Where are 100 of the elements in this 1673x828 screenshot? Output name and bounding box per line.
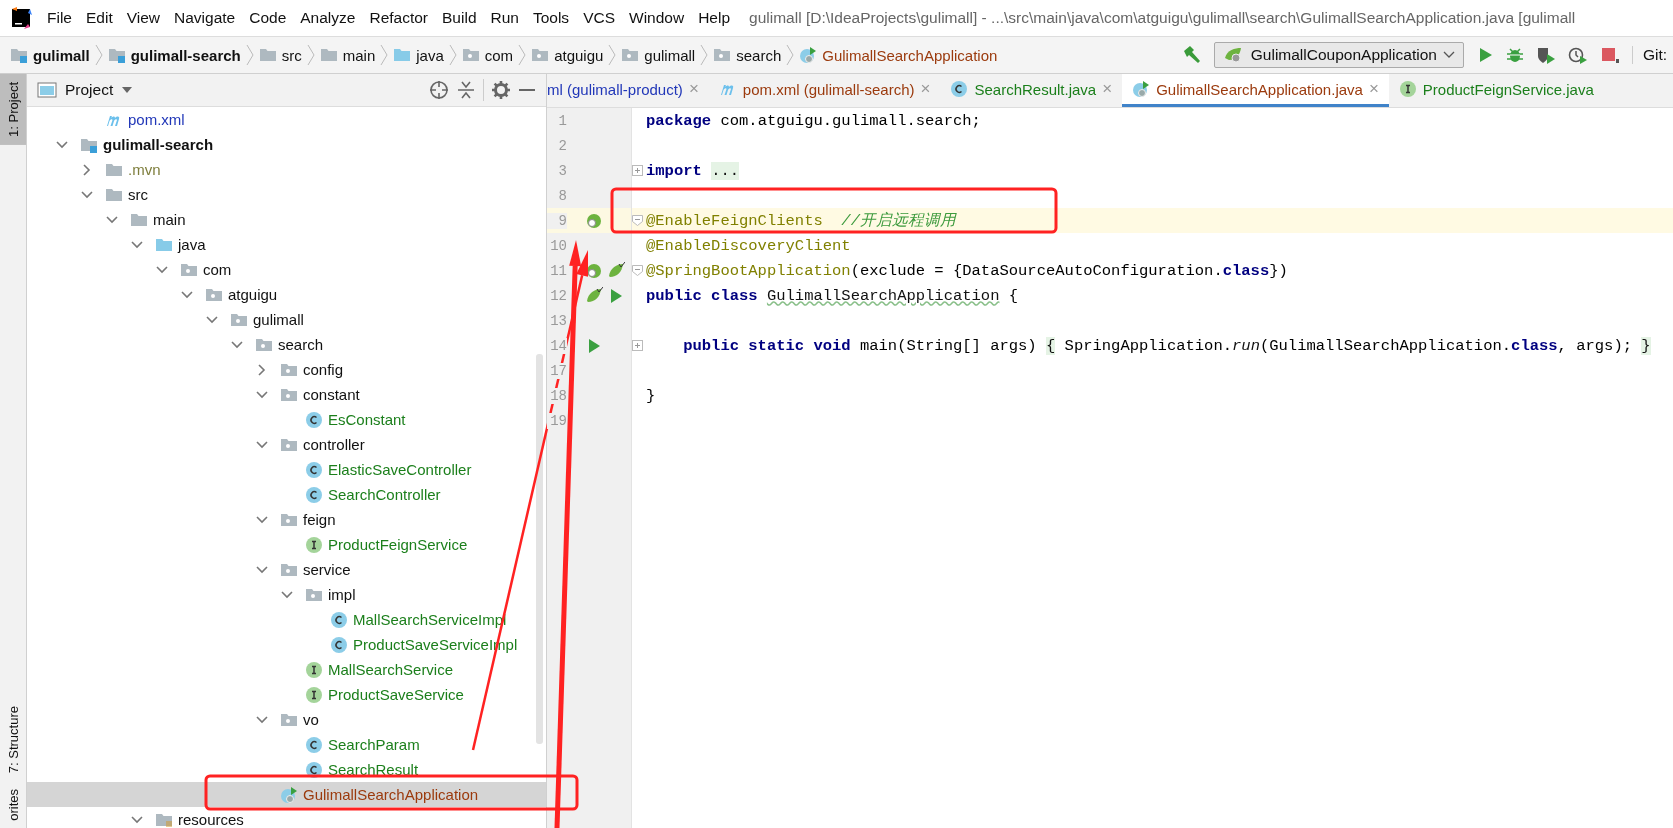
- menu-item[interactable]: Code: [242, 9, 294, 27]
- chevron-icon: [608, 44, 617, 66]
- tool-window-tab[interactable]: 7: Structure: [0, 698, 26, 782]
- spring-icon[interactable]: [607, 261, 625, 280]
- package-folder-icon: [461, 46, 480, 64]
- chevron-icon: [306, 44, 315, 66]
- bug-icon[interactable]: [1505, 46, 1524, 64]
- collapse-all-icon[interactable]: [457, 80, 475, 100]
- breadcrumb-item[interactable]: main: [319, 46, 376, 64]
- tree-item[interactable]: ProductFeignService: [27, 532, 546, 557]
- tree-item[interactable]: java: [27, 232, 546, 257]
- tree-item[interactable]: ProductSaveService: [27, 682, 546, 707]
- fold-marker-icon[interactable]: [632, 265, 643, 276]
- chevron-icon: [448, 44, 457, 66]
- menu-item[interactable]: Window: [622, 9, 692, 27]
- tree-item[interactable]: SearchResult: [27, 757, 546, 782]
- editor-tab[interactable]: ProductFeignService.java: [1388, 74, 1604, 107]
- code-line: }: [646, 386, 656, 405]
- class-icon: [305, 460, 323, 479]
- locate-icon[interactable]: [429, 80, 449, 100]
- editor-tab[interactable]: SearchResult.java ×: [940, 74, 1123, 107]
- class-icon: [950, 80, 969, 98]
- menu-item[interactable]: Navigate: [167, 9, 243, 27]
- menu-item[interactable]: View: [119, 9, 168, 27]
- tree-item[interactable]: MallSearchService: [27, 657, 546, 682]
- code-line: public static void main(String[] args) { SpringApplication.run(GulimallSearchApplication.class, args); }: [682, 336, 1651, 355]
- coverage-icon[interactable]: [1535, 46, 1556, 64]
- breadcrumb-item[interactable]: search: [713, 46, 782, 64]
- tree-item[interactable]: search: [27, 332, 546, 357]
- tree-item[interactable]: resources: [27, 807, 546, 828]
- caret-icon: [1442, 50, 1455, 60]
- tree-item[interactable]: gulimall: [27, 307, 546, 332]
- tree-item[interactable]: src: [27, 182, 546, 207]
- tree-item[interactable]: constant: [27, 382, 546, 407]
- editor-tab[interactable]: ml (gulimall-product) ×: [547, 74, 709, 107]
- fold-marker-icon[interactable]: [632, 215, 643, 226]
- vcs-label: Git:: [1631, 46, 1667, 64]
- menu-item[interactable]: Refactor: [362, 9, 436, 27]
- caret-icon[interactable]: [121, 86, 134, 94]
- settings-icon[interactable]: [492, 81, 510, 99]
- chevron-icon: [380, 44, 389, 66]
- bean-icon[interactable]: [585, 261, 603, 280]
- tree-item[interactable]: EsConstant: [27, 407, 546, 432]
- profiler-icon[interactable]: [1567, 46, 1588, 64]
- run-configuration-dropdown[interactable]: GulimallCouponApplication: [1213, 42, 1464, 68]
- tree-item[interactable]: ElasticSaveController: [27, 457, 546, 482]
- menu-item[interactable]: Analyze: [293, 9, 363, 27]
- tree-item[interactable]: service: [27, 557, 546, 582]
- line-number: 9: [547, 212, 567, 229]
- menu-item[interactable]: Build: [435, 9, 484, 27]
- tree-item[interactable]: GulimallSearchApplication: [27, 782, 546, 807]
- class-icon: [305, 735, 323, 754]
- breadcrumb-item[interactable]: java: [393, 46, 444, 64]
- chevron-icon: [518, 44, 527, 66]
- menu-item[interactable]: File: [40, 9, 79, 27]
- tree-item[interactable]: vo: [27, 707, 546, 732]
- class-icon: [305, 410, 323, 429]
- editor-tab[interactable]: pom.xml (gulimall-search) ×: [708, 74, 941, 107]
- breadcrumb-item[interactable]: com: [461, 46, 514, 64]
- hammer-icon[interactable]: [1181, 45, 1202, 65]
- expand-fold-icon[interactable]: [632, 340, 643, 351]
- class-icon: [330, 635, 348, 654]
- bean-icon[interactable]: [585, 211, 603, 230]
- tree-item[interactable]: impl: [27, 582, 546, 607]
- tree-item[interactable]: gulimall-search: [27, 132, 546, 157]
- menu-item[interactable]: Edit: [79, 9, 120, 27]
- window-title: gulimall [D:\IdeaProjects\gulimall] - ...\src\main\java\com\atguigu\gulimall\search\GulimallSearchApplication.java [gulimall: [749, 9, 1576, 27]
- spring-icon[interactable]: [585, 286, 603, 305]
- tree-item[interactable]: SearchParam: [27, 732, 546, 757]
- expand-fold-icon[interactable]: [632, 165, 643, 176]
- menu-item[interactable]: Help: [691, 9, 738, 27]
- tree-item[interactable]: main: [27, 207, 546, 232]
- breadcrumb-item[interactable]: gulimall-search: [107, 46, 241, 64]
- breadcrumb-item[interactable]: gulimall: [10, 46, 90, 64]
- spring-app-icon: [280, 785, 298, 804]
- menu-item[interactable]: Run: [483, 9, 526, 27]
- scrollbar[interactable]: [536, 354, 543, 744]
- tree-item[interactable]: controller: [27, 432, 546, 457]
- tree-item[interactable]: config: [27, 357, 546, 382]
- module-folder-icon: [107, 46, 126, 64]
- tree-item[interactable]: atguigu: [27, 282, 546, 307]
- menu-item[interactable]: VCS: [576, 9, 622, 27]
- tree-item[interactable]: .mvn: [27, 157, 546, 182]
- tool-window-tab[interactable]: 1: Project: [0, 74, 26, 145]
- package-folder-icon: [621, 46, 640, 64]
- panel-title[interactable]: Project: [65, 81, 114, 99]
- tree-item[interactable]: com: [27, 257, 546, 282]
- breadcrumb-item[interactable]: atguigu: [531, 46, 604, 64]
- interface-icon: [1398, 80, 1417, 98]
- tree-item[interactable]: pom.xml: [27, 107, 546, 132]
- breadcrumb-item[interactable]: gulimall: [621, 46, 696, 64]
- tree-item[interactable]: feign: [27, 507, 546, 532]
- tree-item[interactable]: SearchController: [27, 482, 546, 507]
- folder-icon: [319, 46, 338, 64]
- editor-tab[interactable]: GulimallSearchApplication.java ×: [1122, 74, 1389, 107]
- breadcrumb-item[interactable]: GulimallSearchApplication: [799, 46, 998, 64]
- breadcrumb-item[interactable]: src: [258, 46, 302, 64]
- menu-item[interactable]: Tools: [525, 9, 577, 27]
- stop-icon[interactable]: [1599, 46, 1620, 64]
- tool-window-tab[interactable]: orites: [0, 781, 26, 828]
